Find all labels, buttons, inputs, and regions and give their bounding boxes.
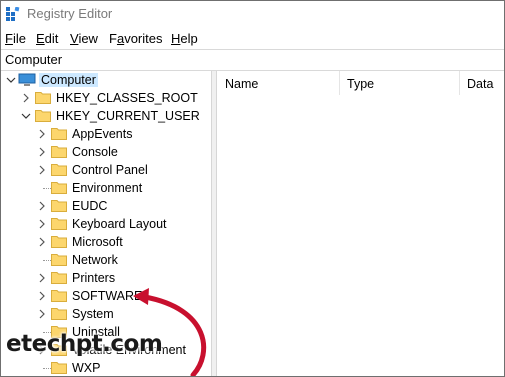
- tree-connector: [43, 368, 51, 370]
- tree-item-hkey-current-user[interactable]: HKEY_CURRENT_USER: [1, 107, 211, 125]
- window-title: Registry Editor: [27, 6, 113, 21]
- folder-icon: [51, 236, 67, 248]
- registry-editor-window: Registry Editor File Edit View Favorites…: [0, 0, 505, 377]
- tree-item-label: Keyboard Layout: [72, 217, 167, 231]
- tree-item-hkey-classes-root[interactable]: HKEY_CLASSES_ROOT: [1, 89, 211, 107]
- column-header-name[interactable]: Name: [217, 71, 337, 95]
- tree-item[interactable]: AppEvents: [1, 125, 211, 143]
- tree-item-label: WXP: [72, 361, 101, 375]
- chevron-right-icon[interactable]: [37, 290, 47, 302]
- tree-item-label: Network: [72, 253, 118, 267]
- watermark: etechpt.com: [6, 331, 163, 357]
- folder-icon: [51, 272, 67, 284]
- tree-item[interactable]: Keyboard Layout: [1, 215, 211, 233]
- tree-item[interactable]: Environment: [1, 179, 211, 197]
- chevron-down-icon[interactable]: [21, 110, 31, 122]
- chevron-right-icon[interactable]: [37, 218, 47, 230]
- tree-connector: [43, 260, 51, 262]
- tree-item[interactable]: Control Panel: [1, 161, 211, 179]
- chevron-right-icon[interactable]: [21, 92, 31, 104]
- folder-icon: [35, 92, 51, 104]
- folder-icon: [51, 218, 67, 230]
- folder-icon: [51, 290, 67, 302]
- tree-item-label: Printers: [72, 271, 116, 285]
- tree-item-label: HKEY_CLASSES_ROOT: [56, 91, 198, 105]
- folder-icon: [51, 308, 67, 320]
- tree-item-label: AppEvents: [72, 127, 133, 141]
- tree-connector: [43, 188, 51, 190]
- column-header-type[interactable]: Type: [339, 71, 459, 95]
- menu-file[interactable]: File: [5, 31, 26, 46]
- folder-icon: [51, 200, 67, 212]
- menu-favorites[interactable]: Favorites: [109, 31, 162, 46]
- tree-item-label: Environment: [72, 181, 143, 195]
- chevron-right-icon[interactable]: [37, 164, 47, 176]
- tree-item-label: Computer: [39, 73, 98, 87]
- chevron-down-icon[interactable]: [6, 74, 16, 86]
- tree-item[interactable]: Microsoft: [1, 233, 211, 251]
- folder-icon: [51, 146, 67, 158]
- tree-item-computer[interactable]: Computer: [1, 71, 211, 89]
- computer-icon: [18, 73, 36, 86]
- chevron-right-icon[interactable]: [37, 236, 47, 248]
- chevron-right-icon[interactable]: [37, 128, 47, 140]
- folder-icon: [51, 128, 67, 140]
- folder-icon: [51, 254, 67, 266]
- chevron-right-icon[interactable]: [37, 308, 47, 320]
- tree-item-label: System: [72, 307, 114, 321]
- tree-item-label: Microsoft: [72, 235, 123, 249]
- menu-help[interactable]: Help: [171, 31, 198, 46]
- address-path[interactable]: Computer: [5, 52, 62, 67]
- tree-item-label: HKEY_CURRENT_USER: [56, 109, 200, 123]
- tree-item[interactable]: Console: [1, 143, 211, 161]
- address-bar[interactable]: Computer: [1, 49, 504, 71]
- title-bar: Registry Editor: [1, 1, 504, 29]
- tree-item[interactable]: Network: [1, 251, 211, 269]
- values-list[interactable]: Name Type Data: [217, 71, 504, 376]
- chevron-right-icon[interactable]: [37, 272, 47, 284]
- registry-editor-icon: [6, 7, 20, 21]
- tree-item-label: EUDC: [72, 199, 108, 213]
- menu-bar: File Edit View Favorites Help: [1, 29, 504, 49]
- menu-view[interactable]: View: [70, 31, 98, 46]
- chevron-right-icon[interactable]: [37, 200, 47, 212]
- red-annotation-arrow: [133, 288, 207, 376]
- folder-icon: [51, 182, 67, 194]
- menu-edit[interactable]: Edit: [36, 31, 58, 46]
- tree-item-label: Console: [72, 145, 118, 159]
- folder-icon: [51, 164, 67, 176]
- column-header-data[interactable]: Data: [459, 71, 504, 95]
- folder-icon: [51, 362, 67, 374]
- chevron-right-icon[interactable]: [37, 146, 47, 158]
- tree-item-label: Control Panel: [72, 163, 148, 177]
- folder-open-icon: [35, 110, 51, 122]
- tree-item[interactable]: EUDC: [1, 197, 211, 215]
